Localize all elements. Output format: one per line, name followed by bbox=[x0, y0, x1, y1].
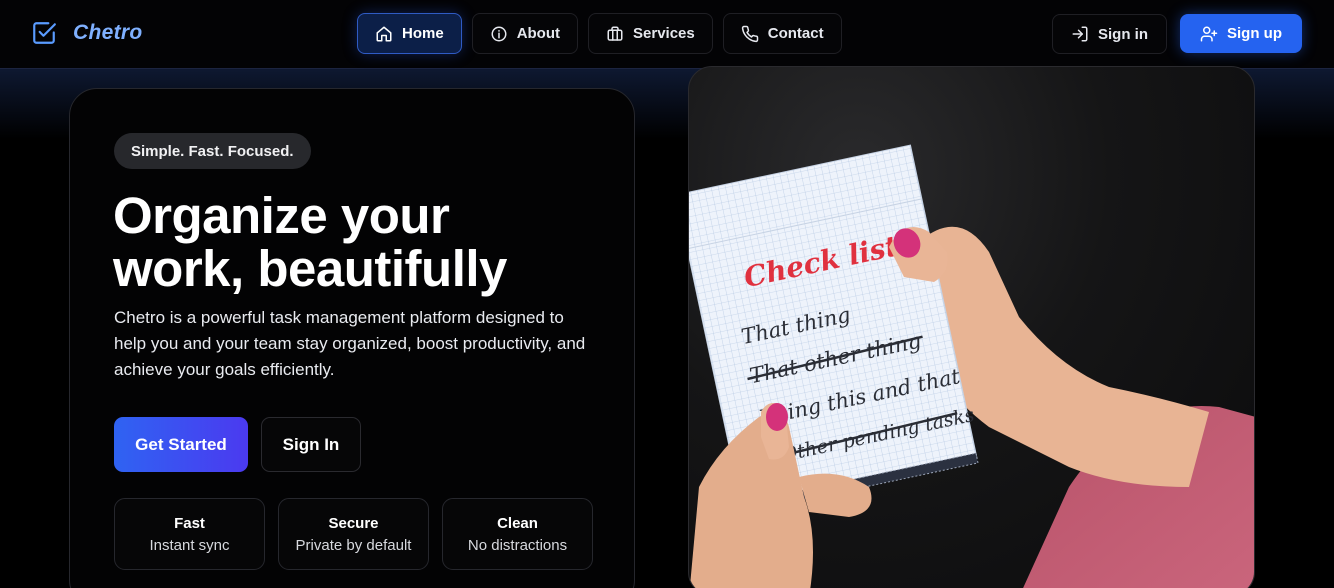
feature-subtitle: Private by default bbox=[295, 536, 412, 554]
feature-list: Fast Instant sync Secure Private by defa… bbox=[114, 498, 593, 570]
auth-buttons: Sign in Sign up bbox=[1052, 14, 1302, 54]
check-square-icon bbox=[33, 22, 56, 44]
feature-title: Clean bbox=[497, 514, 538, 532]
headline-line-1: Organize your bbox=[113, 187, 450, 244]
nav-item-about[interactable]: About bbox=[471, 13, 579, 54]
feature-subtitle: Instant sync bbox=[149, 536, 230, 554]
brand-name: Chetro bbox=[73, 21, 143, 44]
feature-card-secure: Secure Private by default bbox=[278, 498, 429, 570]
sign-up-button[interactable]: Sign up bbox=[1180, 14, 1302, 53]
hero-sign-in-button[interactable]: Sign In bbox=[261, 417, 361, 472]
feature-card-clean: Clean No distractions bbox=[442, 498, 593, 570]
info-icon bbox=[491, 26, 507, 41]
briefcase-icon bbox=[607, 26, 623, 41]
main-nav: Home About Services Contact bbox=[357, 13, 842, 54]
nav-item-label: Home bbox=[402, 25, 444, 42]
feature-card-fast: Fast Instant sync bbox=[114, 498, 265, 570]
nav-item-label: Services bbox=[633, 25, 695, 42]
sign-in-label: Sign in bbox=[1098, 25, 1148, 43]
sign-in-button[interactable]: Sign in bbox=[1052, 14, 1167, 54]
feature-title: Secure bbox=[328, 514, 379, 532]
feature-subtitle: No distractions bbox=[467, 536, 568, 554]
feature-title: Fast bbox=[174, 514, 205, 532]
brand-logo[interactable]: Chetro bbox=[31, 20, 142, 46]
headline-line-2: work, beautifully bbox=[113, 240, 507, 297]
sign-up-label: Sign up bbox=[1227, 25, 1282, 42]
nav-item-services[interactable]: Services bbox=[588, 13, 713, 54]
top-navbar: Chetro Home About Services Contact Sign … bbox=[0, 0, 1334, 69]
tagline-badge: Simple. Fast. Focused. bbox=[114, 133, 311, 169]
hero-image: Check list That thing That other thing D… bbox=[688, 66, 1255, 588]
checklist-photo: Check list That thing That other thing D… bbox=[689, 144, 1254, 588]
nav-item-label: About bbox=[516, 25, 561, 42]
home-icon bbox=[376, 26, 392, 41]
hero-description: Chetro is a powerful task management pla… bbox=[114, 308, 586, 379]
phone-icon bbox=[741, 25, 759, 42]
hero-card: Simple. Fast. Focused. Organize your wor… bbox=[69, 88, 635, 588]
nav-item-home[interactable]: Home bbox=[357, 13, 462, 54]
nav-item-label: Contact bbox=[767, 25, 824, 42]
nav-item-contact[interactable]: Contact bbox=[722, 13, 842, 54]
hero-headline: Organize your work, beautifully bbox=[113, 189, 613, 295]
nail-polish bbox=[766, 403, 788, 431]
get-started-button[interactable]: Get Started bbox=[114, 417, 248, 472]
log-in-icon bbox=[1072, 26, 1088, 42]
user-plus-icon bbox=[1200, 26, 1218, 41]
